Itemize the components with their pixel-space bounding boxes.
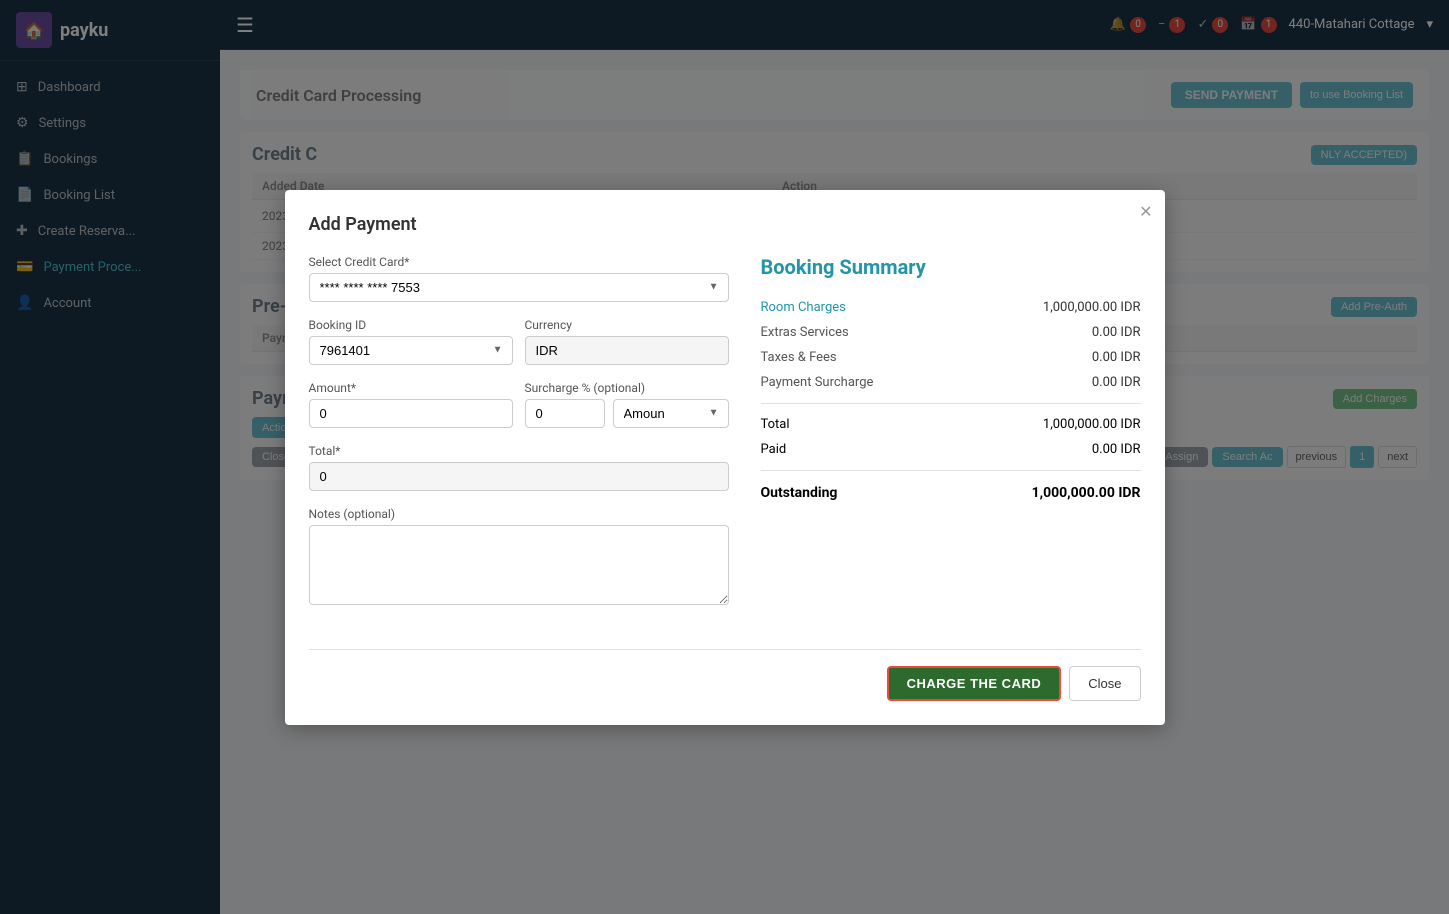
booking-currency-row: Booking ID 7961401 Currency: [309, 318, 729, 381]
surcharge-summary-value: 0.00 IDR: [1092, 375, 1141, 390]
add-payment-modal: Add Payment ✕ Select Credit Card* **** *…: [285, 190, 1165, 725]
total-summary-value: 1,000,000.00 IDR: [1043, 417, 1141, 432]
paid-summary-value: 0.00 IDR: [1092, 442, 1141, 457]
surcharge-summary-label: Payment Surcharge: [761, 375, 874, 390]
modal-close-button[interactable]: ✕: [1139, 202, 1152, 222]
credit-card-select-wrapper: **** **** **** 7553: [309, 273, 729, 302]
booking-summary: Booking Summary Room Charges 1,000,000.0…: [761, 255, 1141, 625]
taxes-label: Taxes & Fees: [761, 350, 837, 365]
close-modal-button[interactable]: Close: [1069, 666, 1140, 701]
total-summary-label: Total: [761, 417, 790, 432]
room-charges-value: 1,000,000.00 IDR: [1043, 300, 1141, 315]
surcharge-input[interactable]: [525, 399, 605, 428]
notes-group: Notes (optional): [309, 507, 729, 609]
booking-id-label: Booking ID: [309, 318, 513, 332]
booking-id-group: Booking ID 7961401: [309, 318, 513, 365]
amount-input[interactable]: [309, 399, 513, 428]
booking-id-select-wrapper: 7961401: [309, 336, 513, 365]
amount-surcharge-row: Amount* Surcharge % (optional) Amoun: [309, 381, 729, 444]
credit-card-group: Select Credit Card* **** **** **** 7553: [309, 255, 729, 302]
charge-card-button[interactable]: CHARGE THE CARD: [887, 666, 1062, 701]
total-label: Total*: [309, 444, 729, 458]
room-charges-label[interactable]: Room Charges: [761, 300, 846, 315]
taxes-value: 0.00 IDR: [1092, 350, 1141, 365]
notes-textarea[interactable]: [309, 525, 729, 605]
total-summary-line: Total 1,000,000.00 IDR: [761, 412, 1141, 437]
outstanding-line: Outstanding 1,000,000.00 IDR: [761, 479, 1141, 507]
credit-card-select[interactable]: **** **** **** 7553: [309, 273, 729, 302]
room-charges-line: Room Charges 1,000,000.00 IDR: [761, 295, 1141, 320]
paid-summary-label: Paid: [761, 442, 787, 457]
outstanding-label: Outstanding: [761, 485, 838, 501]
surcharge-group: Surcharge % (optional) Amoun: [525, 381, 729, 428]
modal-footer: CHARGE THE CARD Close: [309, 649, 1141, 701]
surcharge-inputs: Amoun: [525, 399, 729, 428]
surcharge-type-wrapper: Amoun: [613, 399, 729, 428]
modal-overlay: Add Payment ✕ Select Credit Card* **** *…: [0, 0, 1449, 914]
modal-body: Select Credit Card* **** **** **** 7553 …: [309, 255, 1141, 625]
credit-card-label: Select Credit Card*: [309, 255, 729, 269]
surcharge-summary-line: Payment Surcharge 0.00 IDR: [761, 370, 1141, 395]
surcharge-label: Surcharge % (optional): [525, 381, 729, 395]
amount-label: Amount*: [309, 381, 513, 395]
summary-title: Booking Summary: [761, 255, 1141, 279]
amount-group: Amount*: [309, 381, 513, 428]
modal-title: Add Payment: [309, 214, 1141, 235]
booking-id-select[interactable]: 7961401: [309, 336, 513, 365]
extras-line: Extras Services 0.00 IDR: [761, 320, 1141, 345]
outstanding-value: 1,000,000.00 IDR: [1032, 485, 1141, 501]
notes-label: Notes (optional): [309, 507, 729, 521]
summary-divider-2: [761, 470, 1141, 471]
paid-summary-line: Paid 0.00 IDR: [761, 437, 1141, 462]
currency-group: Currency: [525, 318, 729, 365]
surcharge-type-select[interactable]: Amoun: [613, 399, 729, 428]
currency-label: Currency: [525, 318, 729, 332]
total-input: [309, 462, 729, 491]
payment-form: Select Credit Card* **** **** **** 7553 …: [309, 255, 729, 625]
extras-label: Extras Services: [761, 325, 849, 340]
taxes-line: Taxes & Fees 0.00 IDR: [761, 345, 1141, 370]
currency-input: [525, 336, 729, 365]
extras-value: 0.00 IDR: [1092, 325, 1141, 340]
total-group: Total*: [309, 444, 729, 491]
summary-divider-1: [761, 403, 1141, 404]
